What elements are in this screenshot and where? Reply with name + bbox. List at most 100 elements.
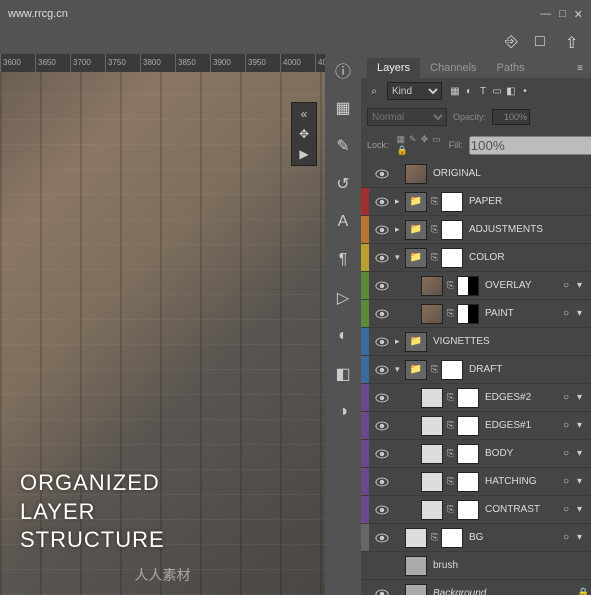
layer-thumbnail[interactable] [421,472,443,492]
layer-thumbnail[interactable] [405,584,427,595]
layer-thumbnail[interactable] [421,500,443,520]
collapse-icon[interactable]: « [301,107,308,121]
lock-option-icon[interactable]: 🔒 [397,145,408,155]
properties-icon[interactable]: ◑ [333,402,353,422]
mask-thumbnail[interactable] [441,192,463,212]
layer-row[interactable]: ⎘EDGES#1○▾ [361,412,591,440]
mask-thumbnail[interactable] [457,444,479,464]
layer-thumbnail[interactable] [421,444,443,464]
layer-row[interactable]: ▸📁VIGNETTES [361,328,591,356]
history-icon[interactable]: ↺ [333,174,353,194]
chevron-down-icon[interactable]: ▾ [577,532,591,543]
play-tool-icon[interactable]: ▶ [299,147,308,161]
chevron-down-icon[interactable]: ▾ [577,476,591,487]
chevron-down-icon[interactable]: ▾ [577,392,591,403]
close-button[interactable]: ✕ [574,8,583,21]
mask-thumbnail[interactable] [441,220,463,240]
filter-type-icon[interactable]: ▦ [448,84,462,98]
visibility-toggle[interactable] [369,421,395,431]
maximize-button[interactable]: □ [559,8,566,21]
link-icon[interactable]: ⎘ [447,504,457,515]
layer-effects-icon[interactable]: ○ [563,476,577,487]
filter-kind-select[interactable]: Kind [387,82,442,100]
layer-name[interactable]: CONTRAST [483,504,563,515]
layer-thumbnail[interactable] [405,164,427,184]
visibility-toggle[interactable] [369,449,395,459]
paragraph-icon[interactable]: ¶ [333,250,353,270]
filter-type-icon[interactable]: ◐ [462,84,476,98]
layer-name[interactable]: OVERLAY [483,280,563,291]
visibility-toggle[interactable] [369,337,395,347]
visibility-toggle[interactable] [369,169,395,179]
expand-arrow-icon[interactable]: ▸ [395,336,405,347]
tab-paths[interactable]: Paths [487,58,535,78]
layer-effects-icon[interactable]: ○ [563,532,577,543]
lock-option-icon[interactable]: ✎ [409,134,417,144]
layer-row[interactable]: ▸📁⎘PAPER [361,188,591,216]
layer-row[interactable]: ⎘ BG○▾ [361,524,591,552]
layer-name[interactable]: BG [467,532,563,543]
chevron-down-icon[interactable]: ▾ [577,280,591,291]
screen-mode-icon[interactable]: □ [535,33,551,49]
link-icon[interactable]: ⎘ [447,448,457,459]
type-icon[interactable]: A [333,212,353,232]
visibility-toggle[interactable] [369,281,395,291]
layer-effects-icon[interactable]: ○ [563,392,577,403]
layer-row[interactable]: ⎘OVERLAY○▾ [361,272,591,300]
fill-input[interactable] [469,136,591,155]
link-icon[interactable]: ⎘ [447,308,457,319]
layer-row[interactable]: ▾📁⎘DRAFT [361,356,591,384]
info-icon[interactable]: ⓘ [333,60,353,80]
expand-arrow-icon[interactable]: ▾ [395,252,405,263]
lock-option-icon[interactable]: ▦ [397,134,406,144]
layer-name[interactable]: DRAFT [467,364,591,375]
layer-effects-icon[interactable]: ○ [563,504,577,515]
link-icon[interactable]: ⎘ [431,196,441,207]
link-icon[interactable]: ⎘ [447,420,457,431]
link-icon[interactable]: ⎘ [431,532,441,543]
tab-channels[interactable]: Channels [420,58,486,78]
layer-row[interactable]: brush [361,552,591,580]
tab-layers[interactable]: Layers [367,58,420,78]
opacity-input[interactable] [492,109,530,125]
search-icon[interactable]: ⌕ [367,84,381,98]
layer-row[interactable]: ⎘EDGES#2○▾ [361,384,591,412]
layer-name[interactable]: BODY [483,448,563,459]
panel-menu-icon[interactable]: ≡ [569,59,591,78]
mask-thumbnail[interactable] [457,276,479,296]
chevron-down-icon[interactable]: ▾ [577,308,591,319]
layer-row[interactable]: ⎘ PAINT○▾ [361,300,591,328]
visibility-toggle[interactable] [369,197,395,207]
layer-name[interactable]: PAINT [483,308,563,319]
actions-icon[interactable]: ▷ [333,288,353,308]
layer-name[interactable]: ADJUSTMENTS [467,224,591,235]
layer-thumbnail[interactable] [421,304,443,324]
layer-name[interactable]: Background [431,588,577,595]
layer-row[interactable]: ORIGINAL [361,160,591,188]
expand-arrow-icon[interactable]: ▾ [395,364,405,375]
layer-row[interactable]: ⎘ BODY○▾ [361,440,591,468]
mask-thumbnail[interactable] [457,472,479,492]
link-icon[interactable]: ⎘ [447,280,457,291]
styles-icon[interactable]: ◧ [333,364,353,384]
link-icon[interactable]: ⎘ [447,476,457,487]
adjustments-icon[interactable]: ◐ [333,326,353,346]
canvas-image[interactable]: « ✥ ▶ ORGANIZED LAYER STRUCTURE 人人素材 [0,72,325,595]
layer-effects-icon[interactable]: ○ [563,448,577,459]
filter-type-icon[interactable]: T [476,84,490,98]
chevron-down-icon[interactable]: ▾ [577,448,591,459]
move-tool-icon[interactable]: ✥ [299,127,309,141]
layer-name[interactable]: EDGES#1 [483,420,563,431]
mask-thumbnail[interactable] [457,500,479,520]
canvas-area[interactable]: 3600365037003750380038503900395040004050… [0,54,325,595]
layer-name[interactable]: EDGES#2 [483,392,563,403]
expand-arrow-icon[interactable]: ▸ [395,196,405,207]
minimize-button[interactable]: — [540,8,551,21]
mask-thumbnail[interactable] [441,360,463,380]
layer-effects-icon[interactable]: ○ [563,308,577,319]
visibility-toggle[interactable] [369,253,395,263]
filter-type-icon[interactable]: ▭ [490,84,504,98]
brush-icon[interactable]: ✎ [333,136,353,156]
visibility-toggle[interactable] [369,589,395,595]
mask-thumbnail[interactable] [457,416,479,436]
